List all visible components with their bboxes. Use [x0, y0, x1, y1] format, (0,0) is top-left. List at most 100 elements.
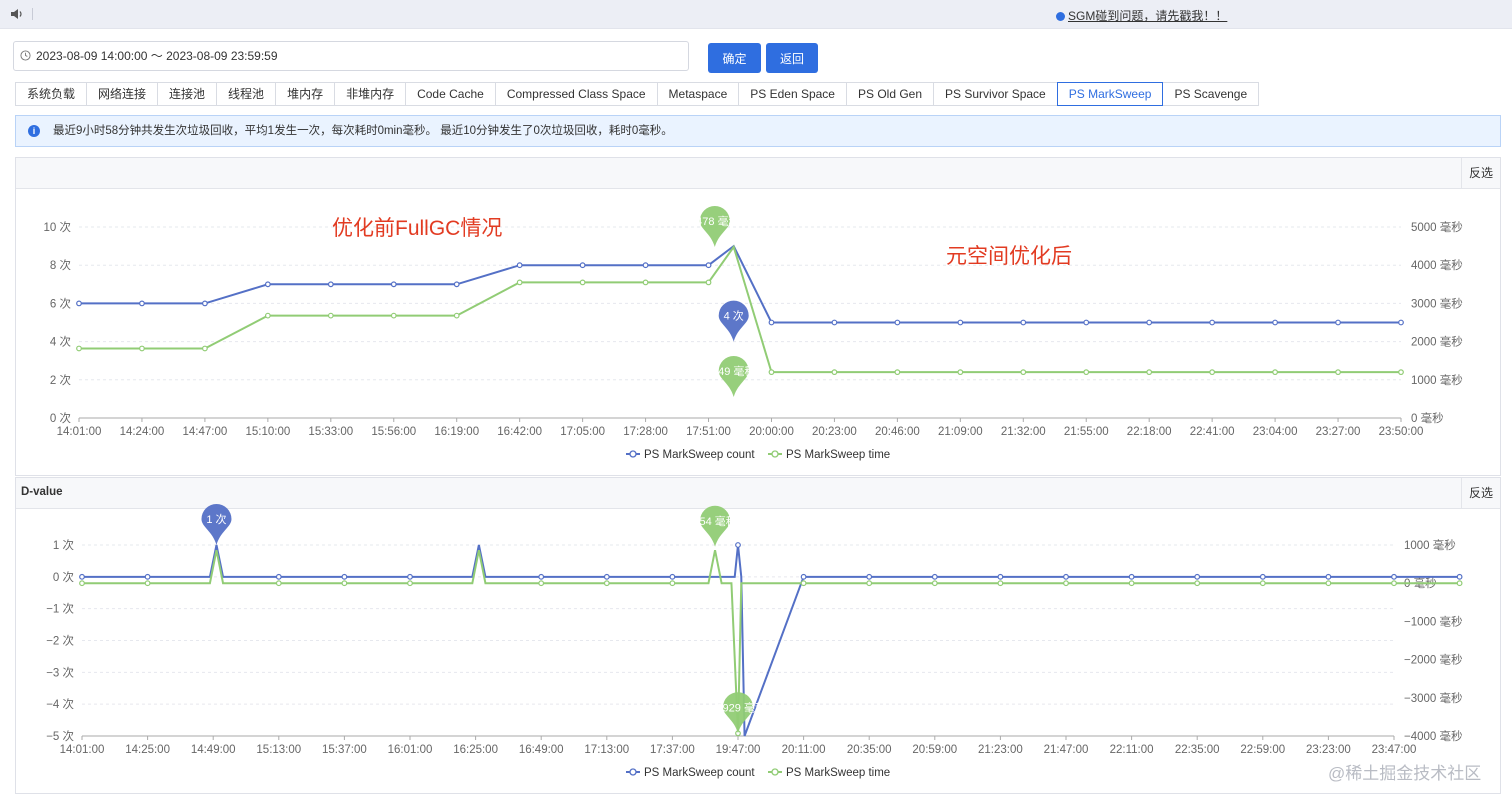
- data-point: [1272, 369, 1278, 376]
- chart-2: −5 次 −4 次 −3 次 −2 次 −1 次 0 次 1 次 −4000 毫秒 −3000 …: [46, 504, 1463, 779]
- y-right-tick-label: −2000 毫秒: [1404, 653, 1463, 667]
- data-point: [866, 580, 873, 587]
- legend-swatch-dot: [771, 768, 779, 776]
- x-tick-label: 15:37:00: [322, 744, 367, 756]
- legend-swatch-dot: [629, 768, 637, 776]
- legend-item: PS MarkSweep count: [626, 449, 755, 461]
- legend-swatch-dot: [771, 450, 779, 458]
- legend-swatch-dot: [629, 450, 637, 458]
- data-point: [390, 312, 397, 319]
- data-point: [1335, 319, 1341, 326]
- data-point: [1063, 580, 1069, 587]
- data-point: [76, 300, 82, 307]
- data-point: [1194, 573, 1201, 580]
- x-tick-label: 22:18:00: [1127, 426, 1172, 438]
- x-tick-label: 22:41:00: [1190, 426, 1235, 438]
- data-point: [1128, 573, 1135, 580]
- marker-pin: 954 毫秒: [693, 505, 737, 547]
- data-point: [1020, 369, 1027, 376]
- data-point: [341, 573, 348, 580]
- data-point: [1325, 580, 1332, 587]
- data-point: [538, 573, 545, 580]
- chart-legend: PS MarkSweep count PS MarkSweep time: [626, 449, 890, 461]
- data-point: [1391, 573, 1397, 580]
- data-point: [79, 573, 85, 580]
- y-left-tick-label: −3 次: [46, 665, 74, 679]
- x-tick-label: 14:49:00: [191, 744, 236, 756]
- x-tick-label: 16:42:00: [497, 426, 542, 438]
- y-right-tick-label: −4000 毫秒: [1404, 729, 1463, 743]
- data-point: [800, 580, 807, 587]
- legend-label: PS MarkSweep time: [786, 449, 890, 461]
- data-point: [1398, 369, 1404, 376]
- data-point: [76, 345, 82, 352]
- data-point: [1456, 573, 1463, 580]
- x-tick-label: 14:25:00: [125, 744, 170, 756]
- x-tick-label: 23:27:00: [1316, 426, 1361, 438]
- y-right-tick-label: 1000 毫秒: [1404, 538, 1456, 552]
- x-tick-label: 20:59:00: [912, 744, 957, 756]
- data-point: [407, 580, 413, 587]
- data-point: [516, 279, 523, 286]
- x-tick-label: 20:00:00: [749, 426, 794, 438]
- x-tick-label: 23:23:00: [1306, 744, 1351, 756]
- x-tick-label: 17:51:00: [686, 426, 731, 438]
- data-point: [264, 312, 271, 319]
- annotation-after: 元空间优化后: [946, 245, 1072, 268]
- data-point: [579, 262, 586, 269]
- data-point: [144, 580, 151, 587]
- data-point: [1398, 319, 1404, 326]
- x-tick-label: 21:55:00: [1064, 426, 1109, 438]
- legend-label: PS MarkSweep time: [786, 767, 890, 779]
- y-right-tick-label: 1000 毫秒: [1411, 373, 1463, 387]
- marker-label: −3929 毫秒: [710, 700, 766, 714]
- x-tick-label: 20:23:00: [812, 426, 857, 438]
- data-point: [768, 369, 775, 376]
- x-tick-label: 20:11:00: [782, 744, 826, 756]
- data-point: [1259, 573, 1266, 580]
- data-point: [516, 262, 523, 269]
- y-right-tick-label: 4000 毫秒: [1411, 258, 1463, 272]
- y-right-tick-label: 3000 毫秒: [1411, 296, 1463, 310]
- x-tick-label: 15:33:00: [308, 426, 353, 438]
- y-left-tick-label: 1 次: [53, 538, 75, 552]
- data-point: [1083, 369, 1090, 376]
- chart-1: 0 次 2 次 4 次 6 次 8 次 10 次 0 毫秒 1000 毫秒 2000 毫秒 300…: [44, 205, 1463, 461]
- data-point: [831, 319, 838, 326]
- data-point: [705, 262, 712, 269]
- data-point: [139, 300, 145, 307]
- data-point: [139, 345, 145, 352]
- watermark: @稀土掘金技术社区: [1328, 764, 1482, 783]
- x-tick-label: 21:47:00: [1044, 744, 1089, 756]
- x-tick-label: 17:05:00: [560, 426, 605, 438]
- data-point: [931, 573, 938, 580]
- annotation-before: 优化前FullGC情况: [332, 217, 503, 240]
- y-left-tick-label: 6 次: [50, 296, 72, 310]
- y-right-tick-label: −3000 毫秒: [1404, 691, 1463, 705]
- gc-charts: 0 次 2 次 4 次 6 次 8 次 10 次 0 毫秒 1000 毫秒 2000 毫秒 300…: [44, 205, 1463, 779]
- marker-pin: 1 次: [201, 504, 232, 545]
- data-point: [275, 580, 282, 587]
- y-left-tick-label: 8 次: [50, 258, 72, 272]
- data-point: [1146, 319, 1153, 326]
- y-left-tick-label: −5 次: [46, 729, 74, 743]
- data-point: [603, 580, 610, 587]
- data-point: [1209, 369, 1216, 376]
- y-left-tick-label: −1 次: [46, 602, 74, 616]
- data-point: [669, 580, 676, 587]
- x-tick-label: 16:19:00: [434, 426, 479, 438]
- x-tick-label: 14:01:00: [60, 744, 105, 756]
- x-tick-label: 22:35:00: [1175, 744, 1220, 756]
- tab-12[interactable]: PS MarkSweep: [1056, 82, 1164, 106]
- y-right-tick-label: 0 毫秒: [1411, 411, 1444, 425]
- y-left-tick-label: 4 次: [50, 335, 72, 349]
- data-point: [538, 580, 545, 587]
- x-tick-label: 22:59:00: [1240, 744, 1285, 756]
- data-point: [202, 300, 208, 307]
- y-left-tick-label: −4 次: [46, 697, 74, 711]
- x-tick-label: 16:01:00: [388, 744, 433, 756]
- data-point: [931, 580, 938, 587]
- data-point: [642, 262, 649, 269]
- data-point: [735, 542, 741, 548]
- data-point: [264, 281, 271, 288]
